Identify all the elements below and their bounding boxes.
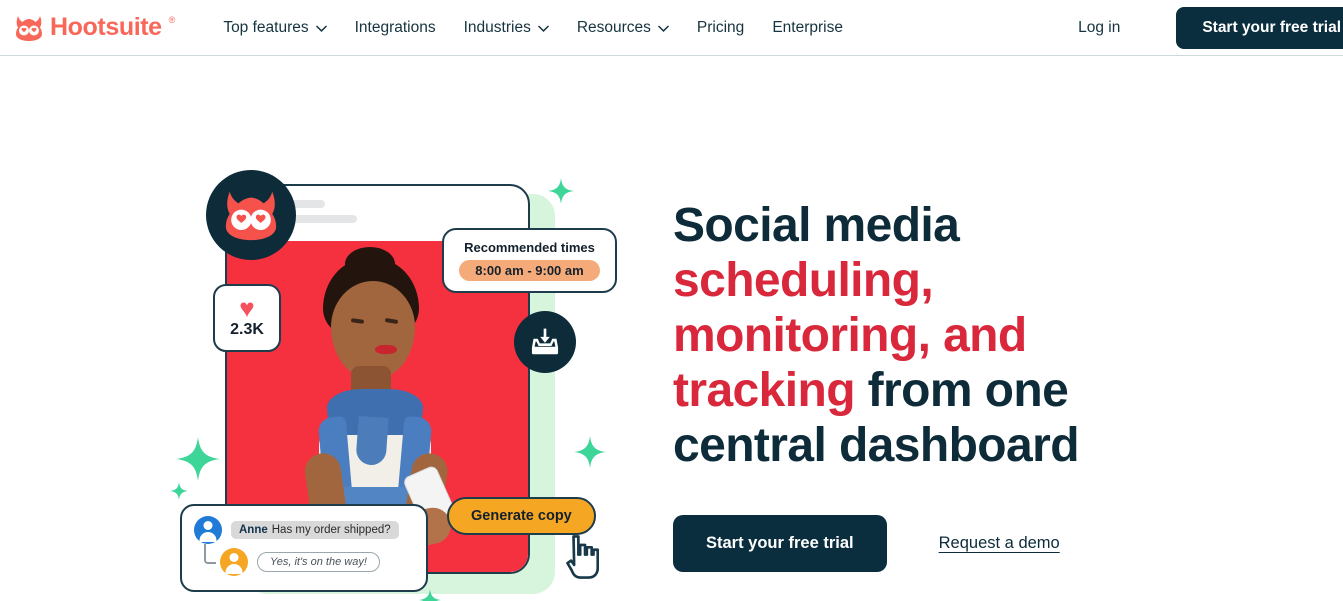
generate-copy-button[interactable]: Generate copy <box>447 497 596 535</box>
hootsuite-logo[interactable]: Hootsuite ® <box>14 13 176 41</box>
chat-message-incoming: Anne Has my order shipped? <box>194 516 414 544</box>
likes-count: 2.3K <box>230 320 264 338</box>
chevron-down-icon <box>315 25 327 32</box>
hero-copy: Social media scheduling, monitoring, and… <box>673 198 1233 572</box>
page-title: Social media scheduling, monitoring, and… <box>673 198 1233 473</box>
nav-item-industries[interactable]: Industries <box>450 13 563 43</box>
chat-sender-name: Anne <box>239 524 268 536</box>
nav-label: Top features <box>223 18 309 36</box>
sparkle-star-icon <box>574 436 606 468</box>
user-avatar-orange <box>220 548 248 576</box>
nav-label: Pricing <box>696 18 745 36</box>
nav-item-top-features[interactable]: Top features <box>209 13 340 43</box>
sparkle-star-icon <box>170 482 188 500</box>
hero-start-free-trial-button[interactable]: Start your free trial <box>673 515 887 572</box>
chevron-down-icon <box>658 25 669 32</box>
sparkle-star-icon <box>419 589 441 601</box>
hootsuite-wordmark: Hootsuite <box>50 13 162 41</box>
chat-message-text: Has my order shipped? <box>271 524 391 536</box>
chat-message-reply: Yes, it's on the way! <box>220 548 414 576</box>
sparkle-star-icon <box>548 178 574 204</box>
nav-item-integrations[interactable]: Integrations <box>341 13 450 43</box>
recommended-time-pill: 8:00 am - 9:00 am <box>459 260 600 281</box>
nav-label: Resources <box>576 18 651 36</box>
sparkle-star-icon <box>176 437 220 481</box>
hootsuite-owl-logo-icon <box>14 15 44 41</box>
site-header: Hootsuite ® Top features Integrations In… <box>0 0 1343 56</box>
chat-bubble-reply: Yes, it's on the way! <box>257 552 380 572</box>
nav-label: Industries <box>463 18 531 36</box>
headline-line-4-red: tracking <box>673 364 856 417</box>
recommended-times-title: Recommended times <box>464 240 595 255</box>
inbox-download-icon <box>514 311 576 373</box>
headline-line-2: scheduling, <box>673 254 934 307</box>
request-a-demo-link[interactable]: Request a demo <box>939 534 1060 553</box>
headline-line-3: monitoring, and <box>673 309 1027 362</box>
login-link[interactable]: Log in <box>1068 13 1130 43</box>
inbox-chat-card: Anne Has my order shipped? Yes, it's on t… <box>180 504 428 592</box>
recommended-times-card: Recommended times 8:00 am - 9:00 am <box>442 228 617 293</box>
nav-item-resources[interactable]: Resources <box>563 13 683 43</box>
thread-connector <box>204 544 216 564</box>
heart-icon: ♥ <box>239 293 255 324</box>
hero-illustration: ♥ 2.3K Recommended times 8:00 am - 9:00 … <box>170 156 630 601</box>
header-start-free-trial-button[interactable]: Start your free trial <box>1176 6 1343 49</box>
nav-item-enterprise[interactable]: Enterprise <box>758 13 857 43</box>
hero-cta-row: Start your free trial Request a demo <box>673 515 1233 572</box>
header-actions: Log in Start your free trial <box>1068 0 1343 55</box>
headline-line-5: central dashboard <box>673 419 1080 472</box>
user-avatar-blue <box>194 516 222 544</box>
pointing-hand-cursor-icon <box>565 534 600 580</box>
nav-label: Integrations <box>354 18 436 36</box>
nav-item-pricing[interactable]: Pricing <box>683 13 758 43</box>
hero-section: ♥ 2.3K Recommended times 8:00 am - 9:00 … <box>0 56 1343 601</box>
nav-label: Enterprise <box>772 18 843 36</box>
chat-bubble-incoming: Anne Has my order shipped? <box>231 521 399 539</box>
likes-badge: ♥ 2.3K <box>213 284 281 352</box>
hootsuite-owl-heart-eyes-icon <box>206 170 296 260</box>
registered-mark: ® <box>168 14 176 25</box>
headline-line-4-dark: from one <box>854 364 1069 417</box>
headline-line-1: Social media <box>673 199 960 252</box>
main-navigation: Top features Integrations Industries Res… <box>209 13 857 43</box>
chevron-down-icon <box>538 25 549 32</box>
